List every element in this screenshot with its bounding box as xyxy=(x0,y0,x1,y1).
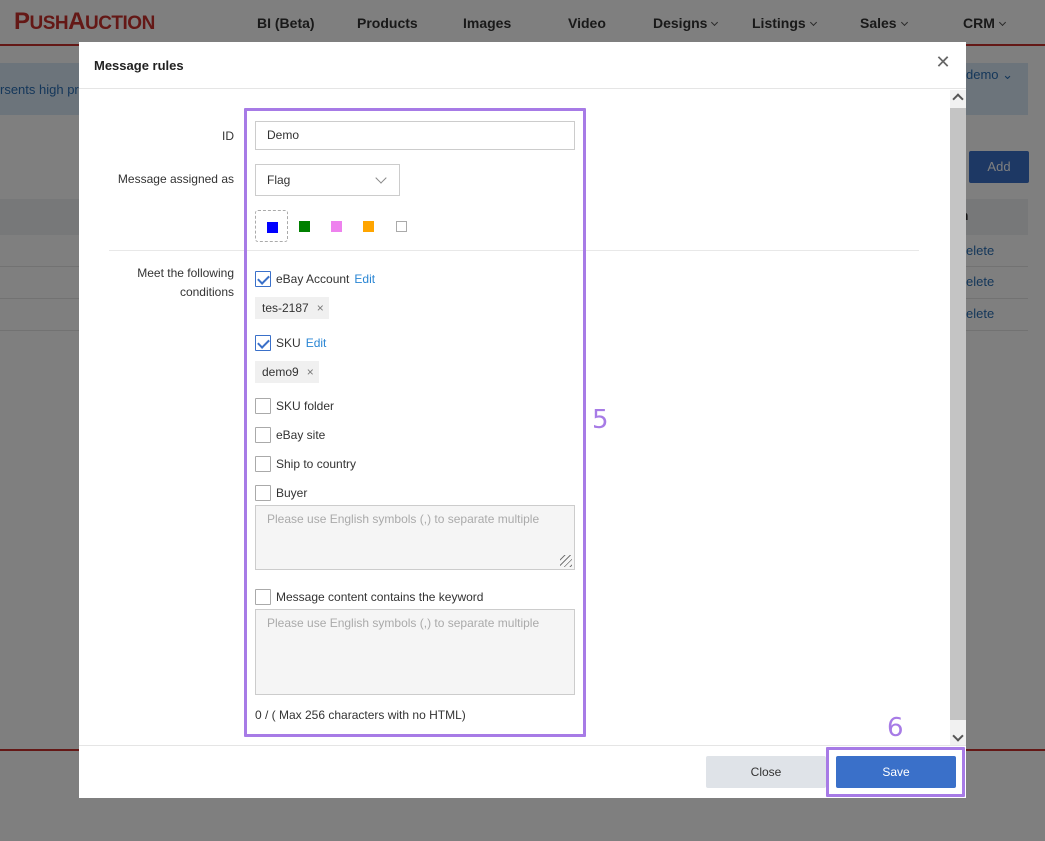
dialog-header: Message rules ✕ xyxy=(79,42,966,89)
conditions-label: Meet the following conditions xyxy=(137,266,234,299)
close-icon[interactable]: ✕ xyxy=(934,54,952,72)
scroll-up-icon[interactable] xyxy=(952,93,964,105)
annotation-box-save xyxy=(826,747,965,797)
dialog-scrollbar[interactable] xyxy=(950,90,966,745)
scroll-down-icon[interactable] xyxy=(952,730,964,742)
id-label: ID xyxy=(222,129,234,143)
annotation-number-5: 5 xyxy=(592,405,609,435)
dialog-title: Message rules xyxy=(94,58,184,73)
close-button[interactable]: Close xyxy=(706,756,826,788)
annotation-box-form xyxy=(244,108,586,737)
scroll-thumb[interactable] xyxy=(950,108,966,720)
assigned-label: Message assigned as xyxy=(117,172,234,186)
annotation-number-6: 6 xyxy=(887,713,904,743)
